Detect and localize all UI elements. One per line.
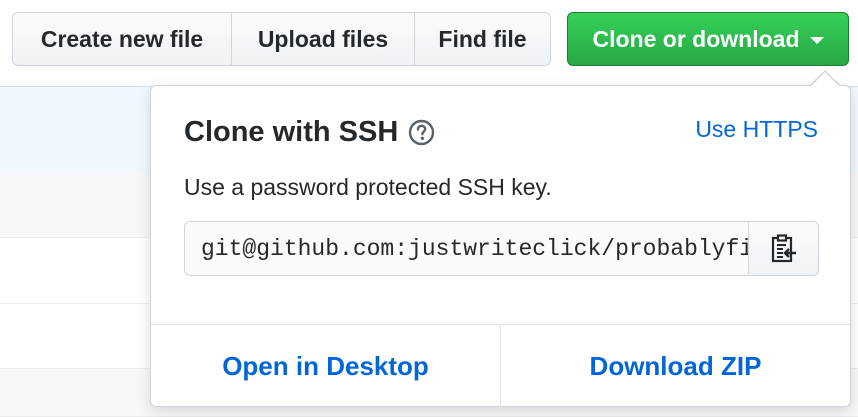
clipboard-icon: [771, 233, 796, 262]
caret-down-icon: [809, 36, 824, 44]
clone-title-text: Clone with SSH: [184, 116, 399, 148]
download-zip-button[interactable]: Download ZIP: [501, 325, 850, 407]
clone-footer: Open in Desktop Download ZIP: [151, 324, 850, 407]
clone-dropdown: Clone with SSH Use HTTPS Use a password …: [150, 85, 851, 407]
file-actions-group: Create new file Upload files Find file: [12, 12, 551, 66]
open-in-desktop-button[interactable]: Open in Desktop: [151, 325, 501, 407]
use-https-link[interactable]: Use HTTPS: [695, 116, 818, 143]
clone-description: Use a password protected SSH key.: [184, 174, 552, 200]
create-new-file-button[interactable]: Create new file: [12, 12, 232, 66]
clone-or-download-label: Clone or download: [592, 25, 800, 52]
upload-files-button[interactable]: Upload files: [231, 12, 415, 66]
question-circle-icon[interactable]: [408, 119, 435, 146]
find-file-button[interactable]: Find file: [414, 12, 551, 66]
clone-title: Clone with SSH: [184, 116, 435, 149]
copy-url-button[interactable]: [748, 221, 819, 276]
clone-or-download-button[interactable]: Clone or download: [567, 12, 849, 66]
clone-url-input[interactable]: git@github.com:justwriteclick/probablyfi…: [184, 221, 748, 276]
dropdown-pointer-fill: [810, 72, 840, 87]
